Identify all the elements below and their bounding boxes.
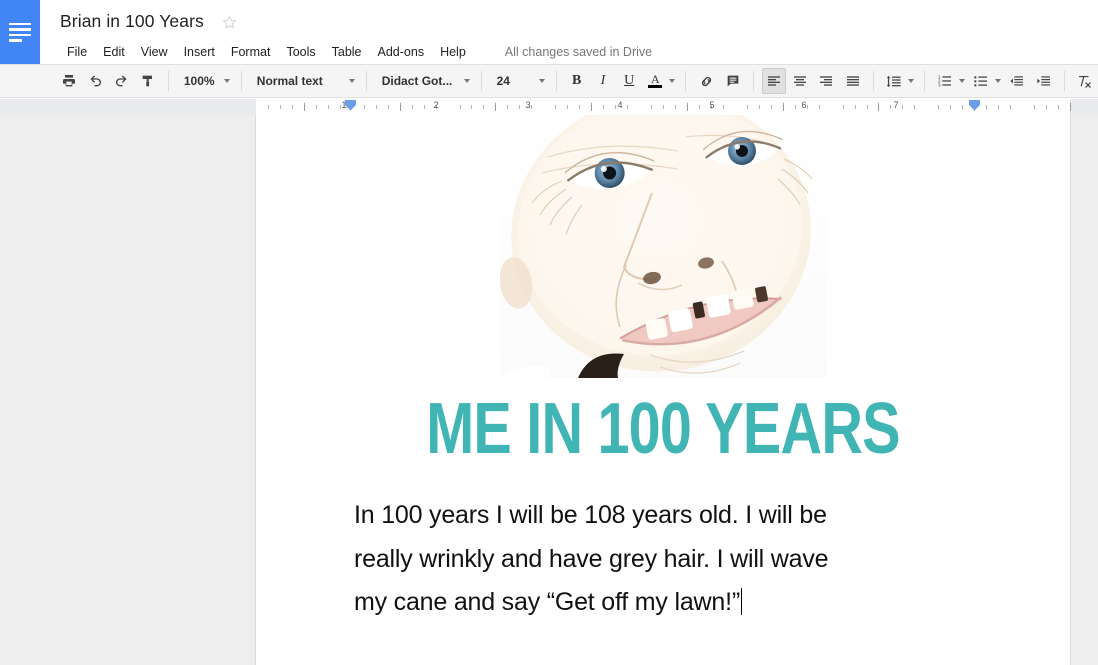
right-indent-marker[interactable] (968, 100, 980, 111)
save-status-text: All changes saved in Drive (504, 45, 653, 59)
document-canvas[interactable]: ME IN 100 YEARS In 100 years I will be 1… (0, 115, 1098, 665)
docs-logo-icon (9, 22, 31, 42)
bold-button[interactable]: B (565, 68, 589, 94)
text-color-button[interactable]: A (643, 68, 667, 94)
toolbar-separator (685, 71, 687, 91)
font-family-dropdown[interactable]: Didact Got... (374, 68, 474, 94)
document-page[interactable]: ME IN 100 YEARS In 100 years I will be 1… (256, 115, 1070, 665)
font-size-dropdown[interactable]: 24 (489, 68, 549, 94)
toolbar-separator (240, 71, 242, 91)
left-indent-marker[interactable] (344, 100, 356, 111)
font-family-value: Didact Got... (381, 74, 453, 88)
paragraph-style-value: Normal text (256, 74, 323, 88)
ruler-number: 4 (617, 100, 623, 110)
page-content: ME IN 100 YEARS In 100 years I will be 1… (256, 115, 1070, 625)
chevron-down-icon (223, 79, 230, 83)
horizontal-ruler[interactable]: 1234567 (0, 99, 1098, 115)
ruler-number: 5 (709, 100, 715, 110)
header-body: Brian in 100 Years File Edit View Insert… (40, 0, 652, 64)
font-size-value: 24 (496, 74, 510, 88)
paint-format-icon[interactable] (136, 68, 160, 94)
aged-child-face-photo (499, 115, 827, 378)
ruler-right-margin-zone (1070, 99, 1098, 115)
ruler-left-margin-zone (0, 99, 256, 115)
menu-item-format[interactable]: Format (224, 42, 278, 62)
menu-item-addons[interactable]: Add-ons (371, 42, 432, 62)
align-left-icon[interactable] (761, 68, 787, 94)
menu-item-file[interactable]: File (60, 42, 94, 62)
chevron-down-icon (348, 79, 355, 83)
text-color-chevron-down-icon[interactable] (669, 79, 676, 83)
toolbar-separator (365, 71, 367, 91)
line-spacing-chevron-down-icon[interactable] (907, 79, 914, 83)
align-right-icon[interactable] (814, 68, 838, 94)
text-cursor (740, 588, 743, 615)
menu-item-view[interactable]: View (134, 42, 175, 62)
numbered-list-chevron-down-icon[interactable] (959, 79, 966, 83)
toolbar-separator (480, 71, 482, 91)
document-heading[interactable]: ME IN 100 YEARS (409, 386, 916, 472)
italic-button[interactable]: I (591, 68, 615, 94)
menu-item-table[interactable]: Table (325, 42, 369, 62)
ruler-number: 6 (801, 100, 807, 110)
svg-text:3: 3 (938, 82, 941, 87)
document-image[interactable] (499, 115, 827, 378)
increase-indent-icon[interactable] (1032, 68, 1056, 94)
text-color-label: A (651, 72, 660, 86)
body-line-2: really wrinkly and have grey hair. I wil… (354, 544, 829, 573)
bold-label: B (571, 73, 582, 88)
menu-item-help[interactable]: Help (433, 42, 473, 62)
clear-formatting-icon[interactable] (1073, 68, 1097, 94)
heading-text: ME IN 100 YEARS (426, 389, 900, 469)
numbered-list-icon[interactable]: 1 2 3 (933, 68, 957, 94)
align-center-icon[interactable] (788, 68, 812, 94)
decrease-indent-icon[interactable] (1005, 68, 1029, 94)
underline-button[interactable]: U (617, 68, 641, 94)
toolbar-separator (167, 71, 169, 91)
ruler-number: 2 (433, 100, 439, 110)
star-outline-icon[interactable] (221, 14, 238, 31)
align-justify-icon[interactable] (841, 68, 865, 94)
bulleted-list-chevron-down-icon[interactable] (995, 79, 1002, 83)
toolbar-separator (752, 71, 754, 91)
menu-item-edit[interactable]: Edit (96, 42, 132, 62)
body-line-1: In 100 years I will be 108 years old. I … (354, 501, 827, 529)
chevron-down-icon (463, 79, 470, 83)
line-spacing-icon[interactable] (882, 68, 906, 94)
ruler-number: 7 (893, 100, 899, 110)
body-line-3-text: my cane and say “Get off my lawn!” (354, 588, 740, 616)
toolbar-separator (923, 71, 925, 91)
italic-label: I (600, 73, 606, 88)
formatting-toolbar: 100% Normal text Didact Got... 24 B I U … (0, 64, 1098, 98)
zoom-value: 100% (183, 74, 215, 88)
paragraph-style-dropdown[interactable]: Normal text (249, 68, 359, 94)
menu-item-tools[interactable]: Tools (279, 42, 322, 62)
chevron-down-icon (538, 79, 545, 83)
menu-bar: File Edit View Insert Format Tools Table… (60, 40, 652, 64)
docs-home-logo[interactable] (0, 0, 40, 64)
bulleted-list-icon[interactable] (969, 68, 993, 94)
redo-icon[interactable] (109, 68, 133, 94)
undo-icon[interactable] (83, 68, 107, 94)
title-row: Brian in 100 Years (60, 8, 652, 34)
zoom-dropdown[interactable]: 100% (176, 68, 234, 94)
toolbar-separator (872, 71, 874, 91)
menu-item-insert[interactable]: Insert (177, 42, 222, 62)
toolbar-separator (555, 71, 557, 91)
text-color-swatch (648, 85, 663, 88)
body-line-3: my cane and say “Get off my lawn!” (354, 581, 980, 625)
link-icon[interactable] (694, 68, 718, 94)
ruler-number: 3 (525, 100, 531, 110)
document-title[interactable]: Brian in 100 Years (60, 10, 204, 32)
add-comment-icon[interactable] (721, 68, 745, 94)
underline-label: U (624, 73, 635, 88)
app-header: Brian in 100 Years File Edit View Insert… (0, 0, 1098, 64)
document-body[interactable]: In 100 years I will be 108 years old. I … (346, 494, 980, 625)
print-icon[interactable] (57, 68, 81, 94)
toolbar-separator (1063, 71, 1065, 91)
